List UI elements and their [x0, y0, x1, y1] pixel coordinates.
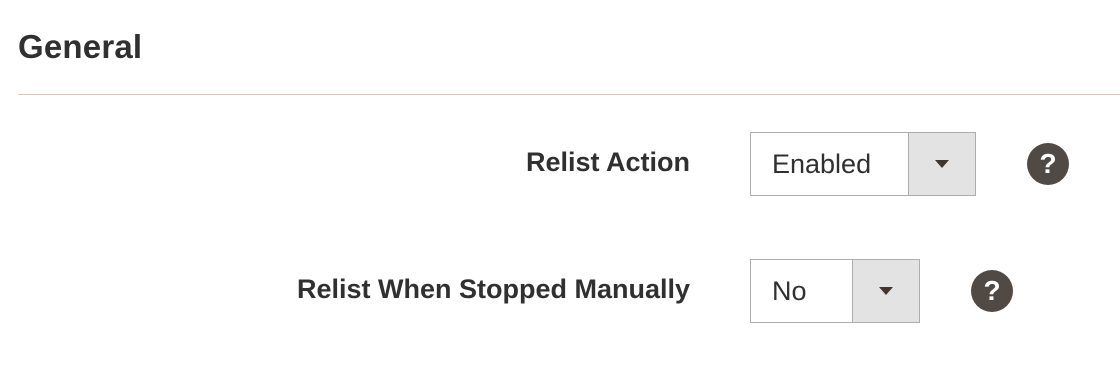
caret-down-icon — [879, 287, 893, 295]
relist-when-stopped-manually-select-value: No — [772, 275, 807, 306]
relist-action-help-icon[interactable]: ? — [1027, 143, 1069, 185]
field-label-relist-action: Relist Action — [525, 147, 690, 177]
caret-down-icon — [935, 160, 949, 168]
relist-when-stopped-manually-select[interactable]: No — [750, 259, 920, 323]
relist-action-select[interactable]: Enabled — [750, 132, 976, 196]
relist-action-dropdown-button[interactable] — [908, 133, 975, 195]
relist-when-stopped-manually-help-icon[interactable]: ? — [971, 270, 1013, 312]
section-divider — [18, 94, 1120, 95]
field-label-relist-when-stopped-manually: Relist When Stopped Manually — [296, 274, 690, 304]
relist-action-select-value: Enabled — [772, 148, 872, 179]
relist-when-stopped-manually-dropdown-button[interactable] — [852, 260, 919, 322]
section-title: General — [18, 28, 143, 65]
